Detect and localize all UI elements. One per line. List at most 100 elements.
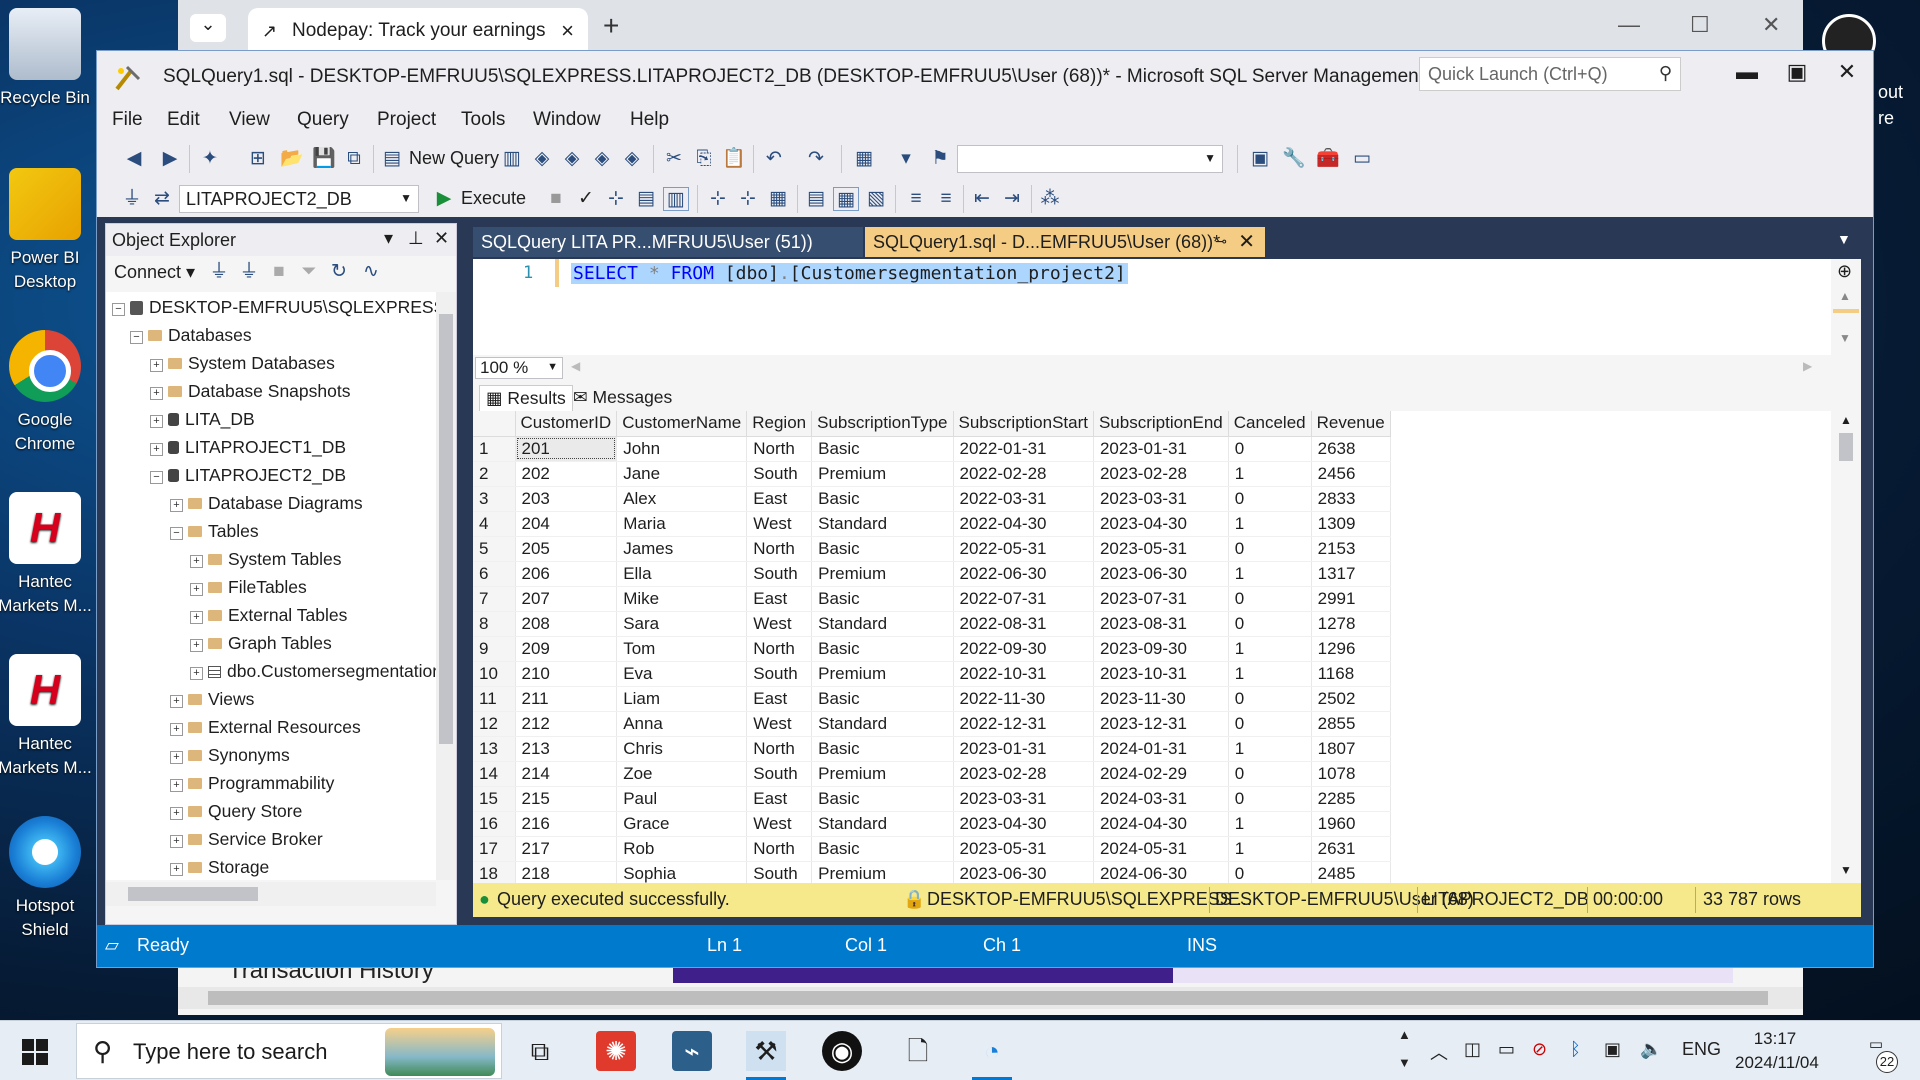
expand-icon[interactable]: + — [150, 443, 163, 456]
grid-cell[interactable]: North — [746, 436, 813, 462]
grid-cell[interactable]: 2023-11-30 — [1093, 686, 1229, 712]
grid-cell[interactable]: East — [746, 786, 813, 812]
grid-cell[interactable]: South — [746, 461, 813, 487]
grid-cell[interactable]: 2022-05-31 — [953, 536, 1094, 562]
grid-cell[interactable]: Ella — [616, 561, 748, 587]
table-row[interactable]: 1 201 John North Basic 2022-01-31 2023-01-31 0 2… — [473, 436, 1391, 462]
expand-icon[interactable]: + — [170, 779, 183, 792]
grid-cell[interactable]: East — [746, 486, 813, 512]
grid-corner[interactable] — [473, 411, 516, 437]
language-indicator[interactable]: ENG — [1682, 1039, 1721, 1060]
grid-cell[interactable]: 2023-04-30 — [1093, 511, 1229, 537]
row-number[interactable]: 9 — [473, 636, 516, 662]
new-query-icon[interactable]: ▤ — [379, 147, 405, 171]
maximize-icon[interactable]: ▣ — [1777, 59, 1817, 85]
grid-cell[interactable]: 1 — [1228, 511, 1312, 537]
table-row[interactable]: 12 212 Anna West Standard 2022-12-31 2023-12-3… — [473, 711, 1391, 737]
grid-cell[interactable]: Standard — [811, 711, 954, 737]
browser-tab[interactable]: ↗ Nodepay: Track your earnings × — [248, 8, 588, 54]
grid-cell[interactable]: Mike — [616, 586, 748, 612]
grid-cell[interactable]: 217 — [515, 836, 618, 862]
tab-messages[interactable]: ✉ Messages — [567, 385, 678, 410]
grid-cell[interactable]: 0 — [1228, 486, 1312, 512]
grid-cell[interactable]: Alex — [616, 486, 748, 512]
connect-icon[interactable]: ⏚ — [206, 260, 232, 284]
increase-indent-icon[interactable]: ⇥ — [999, 187, 1025, 211]
estimated-plan-icon[interactable]: ⊹ — [603, 187, 629, 211]
tab-overflow-icon[interactable]: ▼ — [1837, 231, 1851, 247]
row-number[interactable]: 8 — [473, 611, 516, 637]
quick-launch-input[interactable]: Quick Launch (Ctrl+Q) ⚲ — [1419, 57, 1681, 91]
grid-cell[interactable]: Premium — [811, 761, 954, 787]
grid-cell[interactable]: Premium — [811, 561, 954, 587]
grid-cell[interactable]: 201 — [515, 436, 618, 462]
filter-icon[interactable]: ⏷ — [296, 260, 322, 284]
search-combo[interactable]: ▼ — [957, 145, 1223, 173]
grid-cell[interactable]: 2022-10-31 — [953, 661, 1094, 687]
tab-results[interactable]: ▦ Results — [479, 385, 573, 411]
decrease-indent-icon[interactable]: ⇤ — [969, 187, 995, 211]
maximize-icon[interactable]: ☐ — [1690, 12, 1710, 38]
disconnect-icon[interactable]: ⏚ — [236, 260, 262, 284]
activity-monitor-icon[interactable]: ▦ — [851, 147, 877, 171]
new-query-button[interactable]: New Query — [409, 148, 499, 169]
grid-cell[interactable]: South — [746, 761, 813, 787]
volume-icon[interactable]: 🔈 — [1640, 1039, 1662, 1060]
grid-cell[interactable]: 206 — [515, 561, 618, 587]
grid-cell[interactable]: 1168 — [1311, 661, 1391, 687]
forward-icon[interactable]: ▶ — [157, 147, 183, 171]
grid-cell[interactable]: 2022-06-30 — [953, 561, 1094, 587]
grid-cell[interactable]: West — [746, 711, 813, 737]
row-number[interactable]: 15 — [473, 786, 516, 812]
database-engine-query-icon[interactable]: ▥ — [499, 147, 525, 171]
grid-cell[interactable]: 1 — [1228, 461, 1312, 487]
row-number[interactable]: 1 — [473, 436, 516, 462]
grid-cell[interactable]: 2023-07-31 — [1093, 586, 1229, 612]
close-tab-icon[interactable]: ✕ — [1238, 229, 1255, 254]
tree-node[interactable]: + Programmability — [170, 772, 334, 795]
grid-cell[interactable]: James — [616, 536, 748, 562]
tree-hscrollbar[interactable] — [106, 882, 436, 906]
table-row[interactable]: 3 203 Alex East Basic 2022-03-31 2023-03-31 0 28… — [473, 486, 1391, 512]
table-row[interactable]: 16 216 Grace West Standard 2023-04-30 2024-04-… — [473, 811, 1391, 837]
toolbox-icon[interactable]: 🧰 — [1315, 147, 1341, 171]
grid-cell[interactable]: 2024-06-30 — [1093, 861, 1229, 883]
grid-cell[interactable]: 1278 — [1311, 611, 1391, 637]
menu-file[interactable]: File — [112, 109, 143, 131]
expand-icon[interactable]: + — [190, 583, 203, 596]
grid-cell[interactable]: 1 — [1228, 811, 1312, 837]
grid-cell[interactable]: 218 — [515, 861, 618, 883]
column-header[interactable]: CustomerName — [616, 411, 748, 437]
table-row[interactable]: 11 211 Liam East Basic 2022-11-30 2023-11-30 0 2… — [473, 686, 1391, 712]
tree-node[interactable]: + Service Broker — [170, 828, 323, 851]
grid-cell[interactable]: 0 — [1228, 786, 1312, 812]
save-icon[interactable]: 💾 — [311, 147, 337, 171]
stop-icon[interactable]: ■ — [266, 260, 292, 284]
row-number[interactable]: 6 — [473, 561, 516, 587]
table-row[interactable]: 7 207 Mike East Basic 2022-07-31 2023-07-31 0 29… — [473, 586, 1391, 612]
live-query-stats-icon[interactable]: ⊹ — [735, 187, 761, 211]
grid-cell[interactable]: Basic — [811, 836, 954, 862]
query-options-icon[interactable]: ▤ — [633, 187, 659, 211]
connect-dropdown[interactable]: Connect ▾ — [114, 262, 195, 283]
grid-cell[interactable]: 2023-03-31 — [1093, 486, 1229, 512]
grid-cell[interactable]: South — [746, 861, 813, 883]
grid-cell[interactable]: Premium — [811, 461, 954, 487]
column-header[interactable]: SubscriptionEnd — [1093, 411, 1229, 437]
redo-icon[interactable]: ↷ — [803, 147, 829, 171]
grid-cell[interactable]: Maria — [616, 511, 748, 537]
close-tab-icon[interactable]: × — [561, 18, 574, 44]
row-number[interactable]: 13 — [473, 736, 516, 762]
expand-icon[interactable]: + — [170, 835, 183, 848]
grid-cell[interactable]: Basic — [811, 436, 954, 462]
grid-cell[interactable]: 2991 — [1311, 586, 1391, 612]
grid-cell[interactable]: 1309 — [1311, 511, 1391, 537]
minimize-icon[interactable]: — — [1618, 12, 1640, 38]
row-number[interactable]: 5 — [473, 536, 516, 562]
parse-icon[interactable]: ✓ — [573, 187, 599, 211]
tray-scroll-down-icon[interactable]: ▼ — [1398, 1055, 1411, 1070]
tree-node[interactable]: + FileTables — [190, 576, 307, 599]
menu-edit[interactable]: Edit — [167, 109, 200, 131]
row-number[interactable]: 18 — [473, 861, 516, 883]
grid-cell[interactable]: East — [746, 586, 813, 612]
